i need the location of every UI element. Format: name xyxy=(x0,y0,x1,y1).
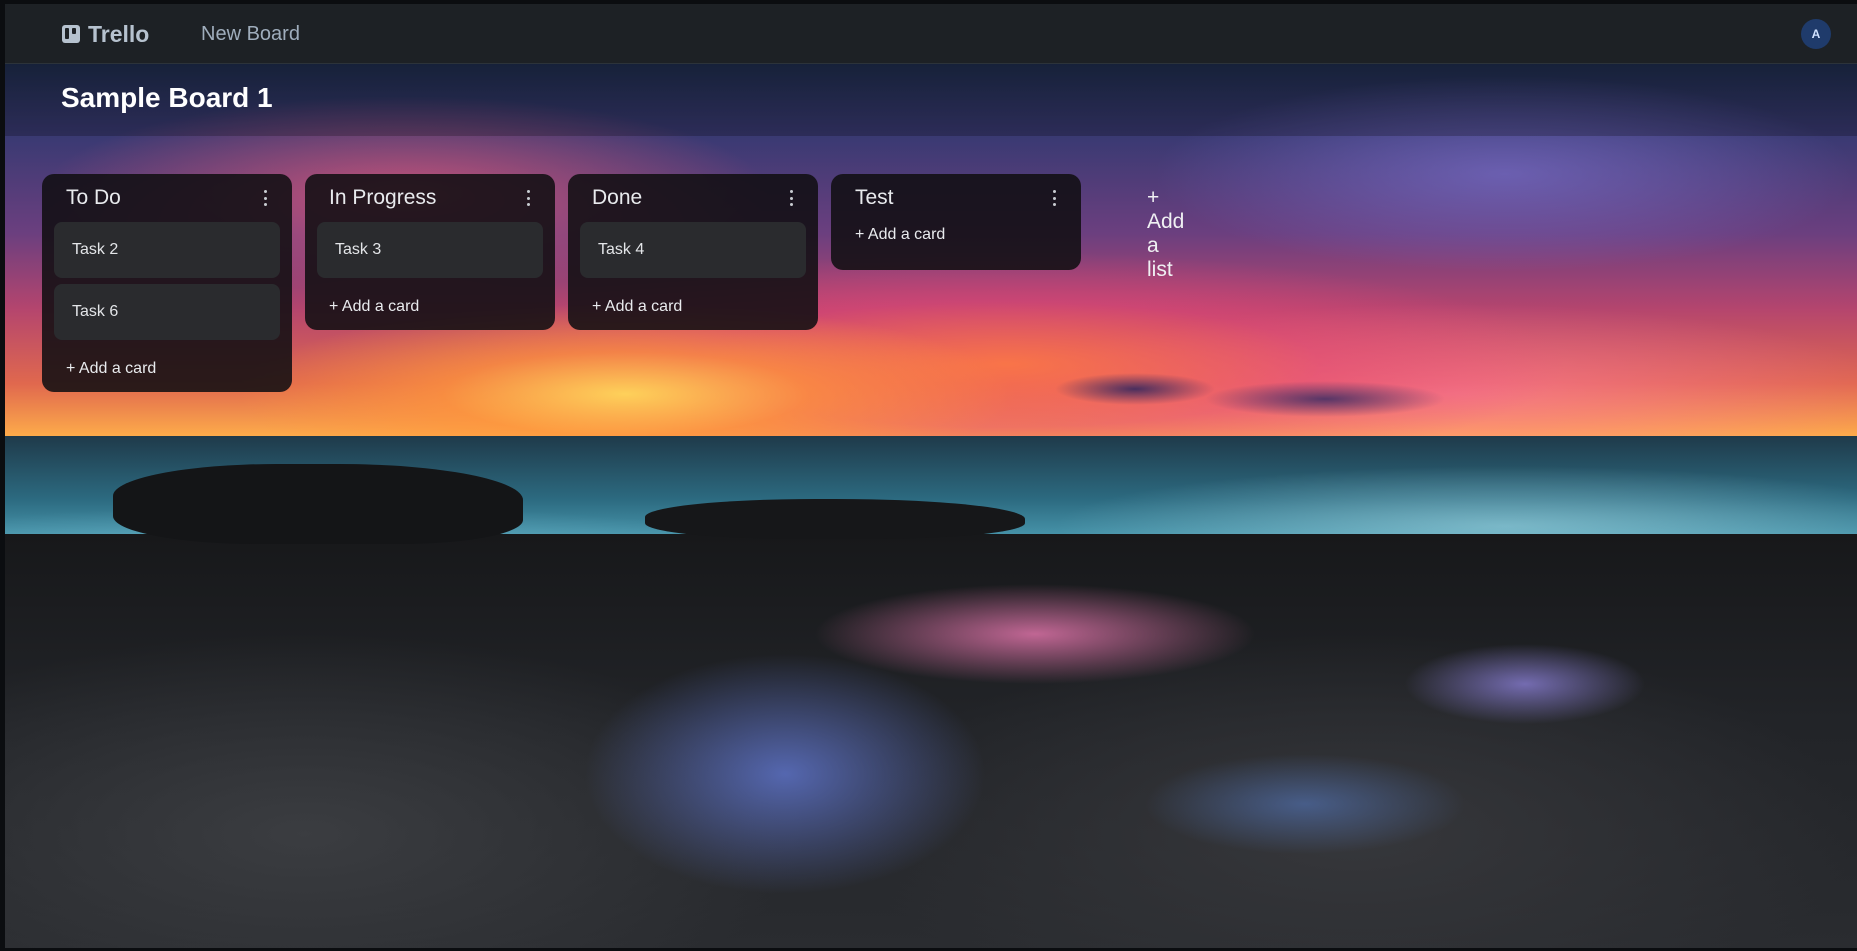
add-card-button[interactable]: + Add a card xyxy=(54,346,280,378)
list-header: To Do xyxy=(54,174,280,222)
add-card-button[interactable]: + Add a card xyxy=(317,284,543,316)
new-board-link[interactable]: New Board xyxy=(201,4,300,64)
user-avatar[interactable]: A xyxy=(1801,19,1831,49)
add-list-button[interactable]: + Add a list xyxy=(1147,186,1184,282)
list-header: Test xyxy=(843,174,1069,222)
trello-board-icon xyxy=(62,25,80,43)
vertical-dots-icon[interactable] xyxy=(1051,190,1057,206)
card[interactable]: Task 2 xyxy=(54,222,280,278)
vertical-dots-icon[interactable] xyxy=(788,190,794,206)
app-window: Trello New Board A Sample Board 1 To Do … xyxy=(0,0,1857,951)
board-header: Sample Board 1 xyxy=(5,64,1857,136)
board-title[interactable]: Sample Board 1 xyxy=(61,82,273,114)
list-to-do: To Do Task 2 Task 6 + Add a card xyxy=(42,174,292,392)
list-done: Done Task 4 + Add a card xyxy=(568,174,818,330)
rock-outcrop xyxy=(113,464,523,544)
top-navbar: Trello New Board A xyxy=(5,4,1857,64)
tide-pool-rocks xyxy=(5,534,1857,948)
add-card-button[interactable]: + Add a card xyxy=(580,284,806,316)
card[interactable]: Task 4 xyxy=(580,222,806,278)
list-title[interactable]: In Progress xyxy=(329,186,436,210)
card[interactable]: Task 3 xyxy=(317,222,543,278)
list-test: Test + Add a card xyxy=(831,174,1081,270)
list-title[interactable]: Done xyxy=(592,186,642,210)
list-header: In Progress xyxy=(317,174,543,222)
list-title[interactable]: To Do xyxy=(66,186,121,210)
add-card-button[interactable]: + Add a card xyxy=(843,222,1069,244)
brand-logo-link[interactable]: Trello xyxy=(62,4,149,64)
vertical-dots-icon[interactable] xyxy=(525,190,531,206)
rock-outcrop xyxy=(645,499,1025,539)
card[interactable]: Task 6 xyxy=(54,284,280,340)
brand-name: Trello xyxy=(88,20,150,47)
list-header: Done xyxy=(580,174,806,222)
list-in-progress: In Progress Task 3 + Add a card xyxy=(305,174,555,330)
list-title[interactable]: Test xyxy=(855,186,894,210)
vertical-dots-icon[interactable] xyxy=(262,190,268,206)
